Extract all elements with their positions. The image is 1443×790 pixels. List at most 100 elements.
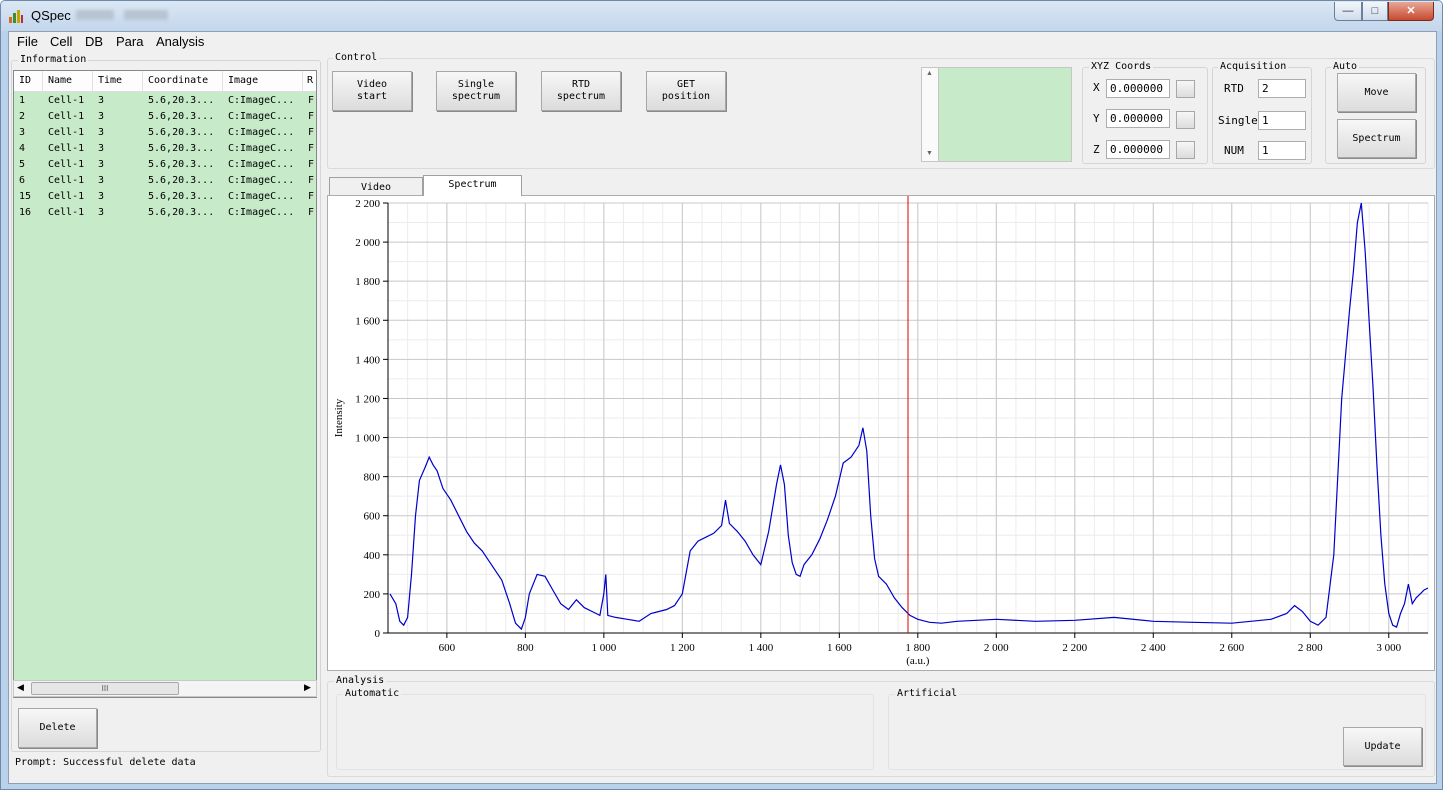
y-tick-label: 1 800 [355, 276, 380, 288]
x-tick-label: 2 000 [984, 642, 1009, 654]
x-tick-label: 1 200 [670, 642, 695, 654]
num-field[interactable]: 1 [1258, 141, 1306, 160]
y-tick-label: 800 [364, 472, 381, 484]
auto-spectrum-button[interactable]: Spectrum [1337, 119, 1416, 158]
get-position-button[interactable]: GET position [646, 71, 726, 111]
cell-coordinate: 5.6,20.3... [148, 191, 215, 202]
delete-button[interactable]: Delete [18, 708, 97, 748]
cell-time: 3 [98, 111, 105, 122]
cell-name: Cell-1 [48, 127, 85, 138]
scroll-left-arrow-icon[interactable]: ◀ [17, 682, 24, 693]
y-coord-field[interactable]: 0.000000 [1106, 109, 1170, 128]
video-start-button[interactable]: Video start [332, 71, 412, 111]
table-row[interactable]: 2 Cell-1 3 5.6,20.3... C:ImageC... F [14, 109, 316, 125]
cell-name: Cell-1 [48, 95, 85, 106]
cell-r: F [308, 111, 315, 122]
cell-r: F [308, 175, 315, 186]
information-list[interactable]: ID Name Time Coordinate Image R 1 Cell-1 3… [13, 70, 317, 698]
scroll-thumb[interactable]: III [31, 682, 179, 695]
cell-image: C:ImageC... [228, 175, 295, 186]
control-label: Control [333, 52, 380, 63]
cell-coordinate: 5.6,20.3... [148, 95, 215, 106]
single-label: Single [1218, 114, 1258, 127]
auto-move-button[interactable]: Move [1337, 73, 1416, 112]
close-button[interactable]: ✕ [1388, 2, 1434, 21]
cell-id: 6 [19, 175, 26, 186]
col-image[interactable]: Image [223, 71, 303, 91]
cell-name: Cell-1 [48, 111, 85, 122]
single-spectrum-button[interactable]: Single spectrum [436, 71, 516, 111]
col-id[interactable]: ID [14, 71, 43, 91]
table-row[interactable]: 16 Cell-1 3 5.6,20.3... C:ImageC... F [14, 205, 316, 221]
tab-video[interactable]: Video [329, 177, 423, 196]
menu-cell[interactable]: Cell [50, 34, 72, 49]
x-axis-label: (a.u.) [906, 655, 930, 667]
z-label: Z [1093, 143, 1100, 156]
single-field[interactable]: 1 [1258, 111, 1306, 130]
maximize-button[interactable]: □ [1362, 2, 1388, 21]
table-row[interactable]: 5 Cell-1 3 5.6,20.3... C:ImageC... F [14, 157, 316, 173]
menu-para[interactable]: Para [116, 34, 143, 49]
x-set-button[interactable] [1176, 80, 1195, 98]
acquisition-label: Acquisition [1218, 61, 1289, 72]
menu-file[interactable]: File [17, 34, 38, 49]
y-tick-label: 1 000 [355, 433, 380, 445]
cell-time: 3 [98, 127, 105, 138]
cell-coordinate: 5.6,20.3... [148, 111, 215, 122]
x-tick-label: 3 000 [1376, 642, 1401, 654]
cell-id: 2 [19, 111, 26, 122]
cell-name: Cell-1 [48, 175, 85, 186]
scroll-right-arrow-icon[interactable]: ▶ [304, 682, 311, 693]
automatic-box[interactable] [336, 694, 874, 770]
cell-time: 3 [98, 207, 105, 218]
cell-r: F [308, 207, 315, 218]
scroll-up-arrow-icon[interactable]: ▲ [926, 70, 933, 77]
cell-coordinate: 5.6,20.3... [148, 207, 215, 218]
analysis-label: Analysis [334, 675, 387, 686]
x-tick-label: 800 [517, 642, 534, 654]
y-tick-label: 2 200 [355, 198, 380, 210]
prompt-status: Prompt: Successful delete data [15, 757, 196, 768]
client-area: File Cell DB Para Analysis Information I… [8, 31, 1437, 784]
col-coordinate[interactable]: Coordinate [143, 71, 223, 91]
artificial-label: Artificial [895, 688, 960, 699]
spectrum-plot[interactable]: 600 800 1 000 1 200 1 400 1 600 1 800 2 000 2 20… [327, 195, 1435, 671]
cell-coordinate: 5.6,20.3... [148, 127, 215, 138]
col-r[interactable]: R [303, 71, 316, 91]
table-row[interactable]: 15 Cell-1 3 5.6,20.3... C:ImageC... F [14, 189, 316, 205]
cell-image: C:ImageC... [228, 159, 295, 170]
y-tick-label: 1 200 [355, 393, 380, 405]
cell-r: F [308, 127, 315, 138]
table-row[interactable]: 6 Cell-1 3 5.6,20.3... C:ImageC... F [14, 173, 316, 189]
title-redacted-1 [76, 10, 114, 20]
z-coord-field[interactable]: 0.000000 [1106, 140, 1170, 159]
x-label: X [1093, 81, 1100, 94]
title-bar: QSpec — □ ✕ [1, 1, 1442, 31]
update-button[interactable]: Update [1343, 727, 1422, 766]
col-name[interactable]: Name [43, 71, 93, 91]
x-coord-field[interactable]: 0.000000 [1106, 79, 1170, 98]
z-set-button[interactable] [1176, 141, 1195, 159]
table-row[interactable]: 4 Cell-1 3 5.6,20.3... C:ImageC... F [14, 141, 316, 157]
minimize-button[interactable]: — [1334, 2, 1362, 21]
cell-coordinate: 5.6,20.3... [148, 159, 215, 170]
y-tick-label: 1 400 [355, 354, 380, 366]
menu-db[interactable]: DB [85, 34, 103, 49]
y-set-button[interactable] [1176, 111, 1195, 129]
table-row[interactable]: 1 Cell-1 3 5.6,20.3... C:ImageC... F [14, 93, 316, 109]
auto-label: Auto [1331, 61, 1360, 72]
title-redacted-2 [124, 10, 168, 20]
col-time[interactable]: Time [93, 71, 143, 91]
menu-bar: File Cell DB Para Analysis [9, 32, 1436, 52]
rtd-field[interactable]: 2 [1258, 79, 1306, 98]
list-horizontal-scrollbar[interactable]: ◀ III ▶ [13, 680, 317, 697]
table-row[interactable]: 3 Cell-1 3 5.6,20.3... C:ImageC... F [14, 125, 316, 141]
scroll-down-arrow-icon[interactable]: ▼ [926, 150, 933, 157]
tab-spectrum[interactable]: Spectrum [423, 175, 522, 196]
cell-id: 5 [19, 159, 26, 170]
rtd-spectrum-button[interactable]: RTD spectrum [541, 71, 621, 111]
cell-image: C:ImageC... [228, 207, 295, 218]
preview-scrollbar[interactable]: ▲ ▼ [921, 67, 939, 162]
cell-id: 1 [19, 95, 26, 106]
menu-analysis[interactable]: Analysis [156, 34, 204, 49]
